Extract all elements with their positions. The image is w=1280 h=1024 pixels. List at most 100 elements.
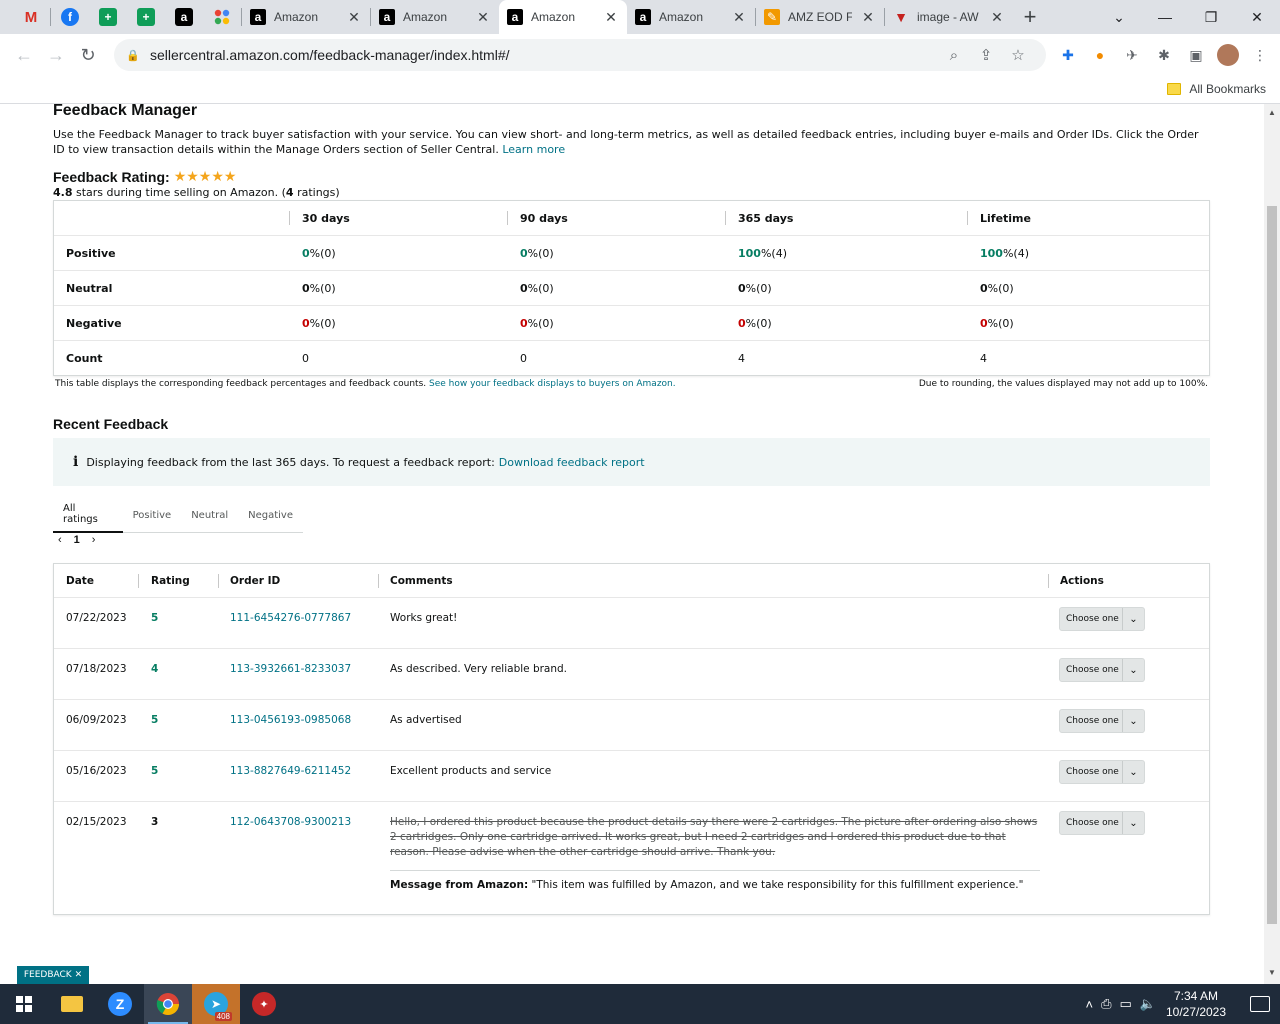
pinned-tab-sheets-1[interactable]: + [89,0,127,34]
extensions-puzzle-icon[interactable]: ✱ [1148,39,1180,71]
chevron-left-icon[interactable]: ‹ [58,534,62,546]
order-id-link[interactable]: 112-0643708-9300213 [230,816,351,828]
close-window-button[interactable]: ✕ [1234,0,1280,34]
extension-icon[interactable]: ✈ [1116,39,1148,71]
new-tab-button[interactable]: + [1013,0,1047,34]
volume-icon[interactable]: 🔈 [1140,996,1156,1012]
close-icon[interactable]: ✕ [475,9,491,26]
clock[interactable]: 7:34 AM 10/27/2023 [1164,988,1228,1020]
close-icon[interactable]: ✕ [603,9,619,26]
feedback-widget-button[interactable]: FEEDBACK ✕ [17,966,89,984]
tab-positive[interactable]: Positive [123,497,182,533]
tab-search-icon[interactable]: ⌄ [1096,0,1142,34]
apps-grid-icon [213,8,231,26]
cell: 100 %(4) [980,236,1029,270]
tab-image-aw[interactable]: ▼ image - AW ✕ [885,0,1013,34]
page-scrollbar[interactable]: ▲ ▼ [1264,104,1280,984]
actions-dropdown[interactable]: Choose one ⌄ [1059,607,1145,631]
download-report-link[interactable]: Download feedback report [499,456,645,469]
row-date: 05/16/2023 [66,765,127,777]
row-rating: 5 [151,714,159,726]
feedback-display-link[interactable]: See how your feedback displays to buyers… [429,379,676,389]
back-button[interactable]: ← [8,39,40,71]
close-icon[interactable]: ✕ [346,9,362,26]
cell: 0 %(0) [520,236,554,270]
address-bar[interactable]: 🔒 sellercentral.amazon.com/feedback-mana… [114,39,1046,71]
scroll-thumb[interactable] [1267,206,1277,924]
chevron-up-icon[interactable]: ˄ [1086,997,1094,1012]
extension-icon[interactable]: ● [1084,39,1116,71]
menu-kebab-icon[interactable]: ⋮ [1244,39,1276,71]
pct: 0 [738,316,746,330]
extension-icon[interactable]: ✚ [1052,39,1084,71]
zoom-icon[interactable]: ⌕ [938,47,970,64]
tab-amazon-2[interactable]: a Amazon ✕ [371,0,499,34]
close-icon[interactable]: ✕ [860,9,876,26]
lock-icon[interactable]: 🔒 [126,49,140,62]
tab-amazon-active[interactable]: a Amazon ✕ [499,0,627,34]
profile-avatar[interactable] [1212,39,1244,71]
taskbar-chrome[interactable] [144,984,192,1024]
order-id-link[interactable]: 111-6454276-0777867 [230,612,351,624]
usb-icon[interactable]: ⎙ [1101,996,1111,1012]
dropdown-label: Choose one [1066,614,1119,624]
side-panel-icon[interactable]: ▣ [1180,39,1212,71]
order-id-link[interactable]: 113-3932661-8233037 [230,663,351,675]
amazon-message-label: Message from Amazon: [390,879,529,891]
taskbar-zoom[interactable]: Z [96,984,144,1024]
amazon-icon: a [175,8,193,26]
taskbar-telegram[interactable]: ➤ 408 [192,984,240,1024]
taskbar-file-explorer[interactable] [48,984,96,1024]
order-id-link[interactable]: 113-0456193-0985068 [230,714,351,726]
tab-negative[interactable]: Negative [238,497,303,533]
page-number[interactable]: 1 [74,534,80,546]
count: %(0) [309,281,336,295]
order-id-link[interactable]: 113-8827649-6211452 [230,765,351,777]
tab-amz-eod[interactable]: ✎ AMZ EOD F ✕ [756,0,884,34]
all-bookmarks-button[interactable]: All Bookmarks [1167,82,1266,96]
tab-amazon-1[interactable]: a Amazon ✕ [242,0,370,34]
reload-button[interactable]: ↻ [72,39,104,71]
tab-amazon-4[interactable]: a Amazon ✕ [627,0,755,34]
restore-button[interactable]: ❐ [1188,0,1234,34]
start-button[interactable] [0,984,48,1024]
pinned-tab-apps[interactable] [203,0,241,34]
rating-filter-tabs: All ratings Positive Neutral Negative [53,497,303,533]
column-divider [725,211,726,225]
cell: 0 [302,351,309,365]
forward-button[interactable]: → [40,39,72,71]
chevron-right-icon[interactable]: › [92,534,96,546]
scroll-down-icon[interactable]: ▼ [1268,968,1276,977]
tab-neutral[interactable]: Neutral [181,497,238,533]
taskbar-app[interactable]: ✦ [240,984,288,1024]
pinned-tab-facebook[interactable]: f [51,0,89,34]
count: %(4) [1002,246,1030,260]
actions-dropdown[interactable]: Choose one ⌄ [1059,760,1145,784]
pinned-tab-sheets-2[interactable]: + [127,0,165,34]
url-text[interactable]: sellercentral.amazon.com/feedback-manage… [150,47,938,63]
divider [390,870,1040,871]
actions-dropdown[interactable]: Choose one ⌄ [1059,709,1145,733]
pct: 0 [980,316,988,330]
actions-dropdown[interactable]: Choose one ⌄ [1059,811,1145,835]
pinned-tab-amazon[interactable]: a [165,0,203,34]
scroll-up-icon[interactable]: ▲ [1268,108,1276,117]
notification-icon[interactable] [1250,996,1270,1012]
cell: 0 %(0) [738,271,772,305]
network-icon[interactable]: ▭ [1120,996,1132,1012]
pct: 100 [980,246,1003,260]
actions-dropdown[interactable]: Choose one ⌄ [1059,658,1145,682]
close-icon[interactable]: ✕ [989,9,1005,26]
learn-more-link[interactable]: Learn more [502,143,565,156]
bookmark-star-icon[interactable]: ☆ [1002,46,1034,64]
share-icon[interactable]: ⇪ [970,46,1002,64]
pct: 0 [980,281,988,295]
cell: 0 %(0) [302,306,336,340]
dropdown-label: Choose one [1066,716,1119,726]
sheets-icon: + [99,8,117,26]
close-icon[interactable]: ✕ [731,9,747,26]
summary-note: This table displays the corresponding fe… [55,379,676,389]
pinned-tab-gmail[interactable]: M [12,0,50,34]
minimize-button[interactable]: — [1142,0,1188,34]
tab-all-ratings[interactable]: All ratings [53,497,123,533]
